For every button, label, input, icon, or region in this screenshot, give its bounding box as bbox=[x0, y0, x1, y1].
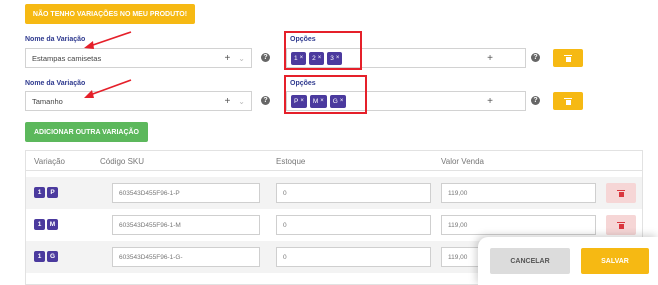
plus-icon[interactable]: + bbox=[224, 96, 230, 107]
variation-badge: G bbox=[47, 251, 58, 262]
variation-badge: M bbox=[47, 219, 58, 230]
options-highlight-frame bbox=[284, 31, 362, 70]
variation-badge: 1 bbox=[34, 251, 45, 262]
variation-badges: 1 P bbox=[34, 187, 60, 198]
variation-1-name-label: Nome da Variação bbox=[25, 36, 86, 43]
header-sku: Código SKU bbox=[100, 157, 145, 166]
sku-value: 603543D455F96-1-M bbox=[119, 221, 181, 229]
trash-icon bbox=[617, 189, 625, 197]
plus-icon[interactable]: + bbox=[224, 53, 230, 64]
help-icon[interactable]: ? bbox=[261, 96, 270, 105]
help-icon[interactable]: ? bbox=[531, 53, 540, 62]
chevron-down-icon[interactable]: ⌄ bbox=[238, 97, 245, 106]
variation-badge: 1 bbox=[34, 219, 45, 230]
trash-icon bbox=[564, 54, 572, 62]
stock-input[interactable]: 0 bbox=[276, 247, 431, 267]
stock-value: 0 bbox=[283, 221, 287, 229]
arrow-line bbox=[89, 79, 132, 96]
delete-row-button[interactable] bbox=[606, 183, 636, 203]
stock-value: 0 bbox=[283, 189, 287, 197]
table-row: 1 P 603543D455F96-1-P 0 119,00 bbox=[26, 177, 642, 209]
variation-2-name-select[interactable]: Tamanho + ⌄ bbox=[25, 91, 252, 111]
delete-variation-2-button[interactable] bbox=[553, 92, 583, 110]
header-variation: Variação bbox=[34, 157, 65, 166]
variation-2-name-label: Nome da Variação bbox=[25, 80, 86, 87]
price-value: 119,00 bbox=[448, 189, 468, 197]
variation-badges: 1 G bbox=[34, 251, 60, 262]
delete-variation-1-button[interactable] bbox=[553, 49, 583, 67]
variation-1-name-select[interactable]: Estampas camisetas + ⌄ bbox=[25, 48, 252, 68]
price-input[interactable]: 119,00 bbox=[441, 215, 596, 235]
arrow-line bbox=[89, 31, 132, 47]
trash-icon bbox=[617, 221, 625, 229]
cancel-button[interactable]: CANCELAR bbox=[490, 248, 570, 274]
annotation-arrows bbox=[84, 31, 132, 49]
plus-icon[interactable]: + bbox=[487, 53, 493, 64]
sku-input[interactable]: 603543D455F96-1-M bbox=[112, 215, 260, 235]
arrow-head bbox=[84, 90, 94, 98]
variation-badge: P bbox=[47, 187, 58, 198]
sku-value: 603543D455F96-1-P bbox=[119, 189, 180, 197]
delete-row-button[interactable] bbox=[606, 215, 636, 235]
options-highlight-frame bbox=[284, 75, 367, 114]
sku-input[interactable]: 603543D455F96-1-P bbox=[112, 183, 260, 203]
price-value: 119,00 bbox=[448, 253, 468, 261]
help-icon[interactable]: ? bbox=[261, 53, 270, 62]
table-header: Variação Código SKU Estoque Valor Venda bbox=[26, 151, 642, 171]
price-value: 119,00 bbox=[448, 221, 468, 229]
stock-input[interactable]: 0 bbox=[276, 183, 431, 203]
sku-value: 603543D455F96-1-G- bbox=[119, 253, 183, 261]
header-price: Valor Venda bbox=[441, 157, 484, 166]
variation-badges: 1 M bbox=[34, 219, 60, 230]
stock-input[interactable]: 0 bbox=[276, 215, 431, 235]
trash-icon bbox=[564, 97, 572, 105]
stock-value: 0 bbox=[283, 253, 287, 261]
sku-input[interactable]: 603543D455F96-1-G- bbox=[112, 247, 260, 267]
price-input[interactable]: 119,00 bbox=[441, 183, 596, 203]
chevron-down-icon[interactable]: ⌄ bbox=[238, 54, 245, 63]
annotation-arrow-2 bbox=[84, 79, 132, 98]
add-variation-button[interactable]: ADICIONAR OUTRA VARIAÇÃO bbox=[25, 122, 148, 142]
save-button[interactable]: SALVAR bbox=[581, 248, 649, 274]
header-stock: Estoque bbox=[276, 157, 306, 166]
plus-icon[interactable]: + bbox=[487, 96, 493, 107]
arrow-head bbox=[84, 41, 94, 49]
footer-action-panel: CANCELAR SALVAR bbox=[478, 237, 658, 285]
variation-badge: 1 bbox=[34, 187, 45, 198]
no-variations-button[interactable]: NÃO TENHO VARIAÇÕES NO MEU PRODUTO! bbox=[25, 4, 195, 24]
help-icon[interactable]: ? bbox=[531, 96, 540, 105]
